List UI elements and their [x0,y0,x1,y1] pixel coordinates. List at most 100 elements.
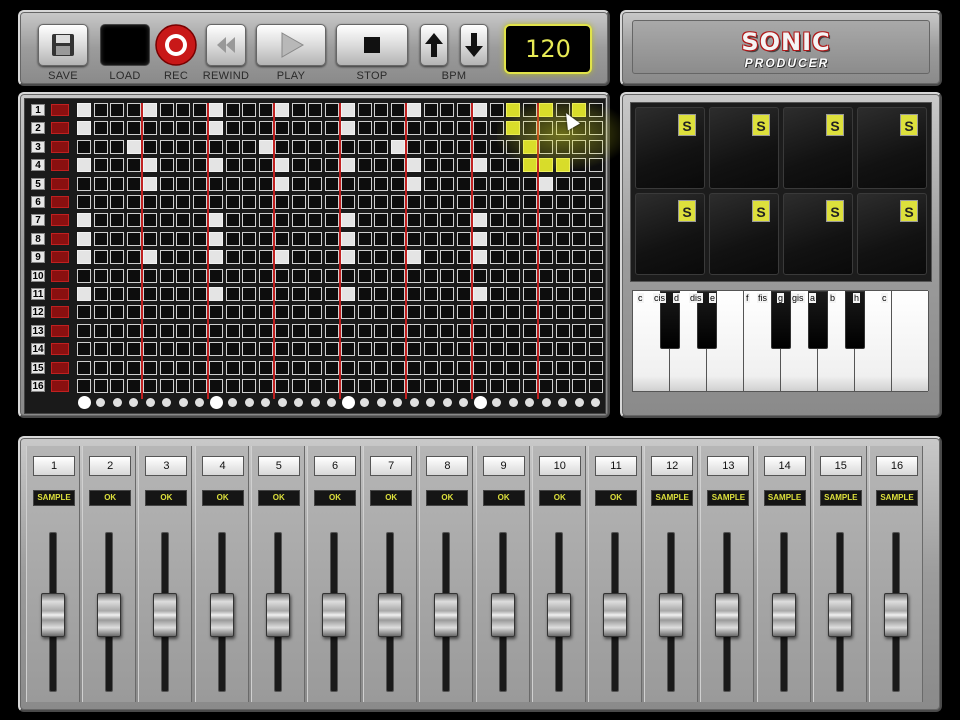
step-cell[interactable] [275,287,289,301]
step-cell[interactable] [110,195,124,209]
step-cell[interactable] [209,342,223,357]
step-cell[interactable] [110,250,124,265]
step-cell[interactable] [588,103,603,117]
step-cell[interactable] [324,268,339,283]
step-cell[interactable] [423,305,438,320]
step-cell[interactable] [407,176,421,191]
step-cell[interactable] [275,250,289,265]
pad-sample-label[interactable]: S [678,114,696,136]
step-cell[interactable] [77,139,91,154]
step-cell[interactable] [225,287,240,301]
step-cell[interactable] [242,360,256,375]
step-cell[interactable] [506,342,520,357]
step-cell[interactable] [176,379,190,393]
step-cell[interactable] [110,379,124,393]
step-cell[interactable] [93,139,108,154]
step-cell[interactable] [143,305,157,320]
step-cell[interactable] [489,176,504,191]
step-cell[interactable] [110,287,124,301]
step-cell[interactable] [192,287,207,301]
volume-fader[interactable] [434,593,459,638]
step-cell[interactable] [341,121,355,136]
step-cell[interactable] [110,342,124,357]
step-cell[interactable] [258,231,273,246]
step-cell[interactable] [258,379,273,393]
step-cell[interactable] [242,323,256,338]
step-cell[interactable] [308,342,322,357]
step-cell[interactable] [225,250,240,265]
step-cell[interactable] [176,250,190,265]
step-cell[interactable] [522,158,537,173]
step-cell[interactable] [93,342,108,357]
step-cell[interactable] [209,213,223,228]
step-cell[interactable] [308,176,322,191]
step-cell[interactable] [374,176,388,191]
step-cell[interactable] [93,195,108,209]
step-cell[interactable] [522,342,537,357]
step-cell[interactable] [159,121,174,136]
step-cell[interactable] [308,250,322,265]
step-cell[interactable] [209,231,223,246]
step-cell[interactable] [555,176,570,191]
step-cell[interactable] [407,323,421,338]
step-cell[interactable] [242,213,256,228]
step-cell[interactable] [423,195,438,209]
channel-sample-tag[interactable]: SAMPLE [33,490,75,506]
step-cell[interactable] [440,195,454,209]
step-cell[interactable] [176,231,190,246]
step-cell[interactable] [209,139,223,154]
step-cell[interactable] [374,231,388,246]
step-cell[interactable] [522,250,537,265]
step-cell[interactable] [440,158,454,173]
step-cell[interactable] [588,121,603,136]
step-cell[interactable] [308,231,322,246]
step-cell[interactable] [258,158,273,173]
step-cell[interactable] [423,342,438,357]
step-cell[interactable] [489,323,504,338]
step-cell[interactable] [324,360,339,375]
step-cell[interactable] [473,103,487,117]
step-cell[interactable] [341,103,355,117]
step-cell[interactable] [522,121,537,136]
step-cell[interactable] [456,176,471,191]
step-cell[interactable] [423,250,438,265]
channel-sample-tag[interactable]: OK [314,490,356,506]
step-cell[interactable] [209,360,223,375]
step-cell[interactable] [77,268,91,283]
step-cell[interactable] [572,379,586,393]
step-cell[interactable] [555,231,570,246]
step-cell[interactable] [390,158,405,173]
step-cell[interactable] [308,323,322,338]
step-cell[interactable] [291,379,306,393]
step-cell[interactable] [341,195,355,209]
step-cell[interactable] [324,287,339,301]
step-cell[interactable] [225,195,240,209]
step-cell[interactable] [291,360,306,375]
step-cell[interactable] [489,121,504,136]
step-cell[interactable] [555,379,570,393]
step-cell[interactable] [275,305,289,320]
step-cell[interactable] [456,103,471,117]
row-mute-button[interactable] [51,159,69,172]
step-cell[interactable] [324,121,339,136]
step-cell[interactable] [572,268,586,283]
step-cell[interactable] [357,379,372,393]
volume-fader[interactable] [771,593,796,638]
step-cell[interactable] [324,195,339,209]
step-cell[interactable] [357,213,372,228]
step-cell[interactable] [324,139,339,154]
step-cell[interactable] [291,213,306,228]
step-cell[interactable] [489,379,504,393]
step-cell[interactable] [291,103,306,117]
step-cell[interactable] [258,360,273,375]
step-cell[interactable] [242,195,256,209]
step-cell[interactable] [390,323,405,338]
step-cell[interactable] [110,268,124,283]
channel-sample-tag[interactable]: SAMPLE [651,490,694,506]
step-cell[interactable] [539,305,553,320]
step-cell[interactable] [93,121,108,136]
step-cell[interactable] [341,342,355,357]
step-cell[interactable] [374,323,388,338]
step-cell[interactable] [374,103,388,117]
step-cell[interactable] [522,379,537,393]
